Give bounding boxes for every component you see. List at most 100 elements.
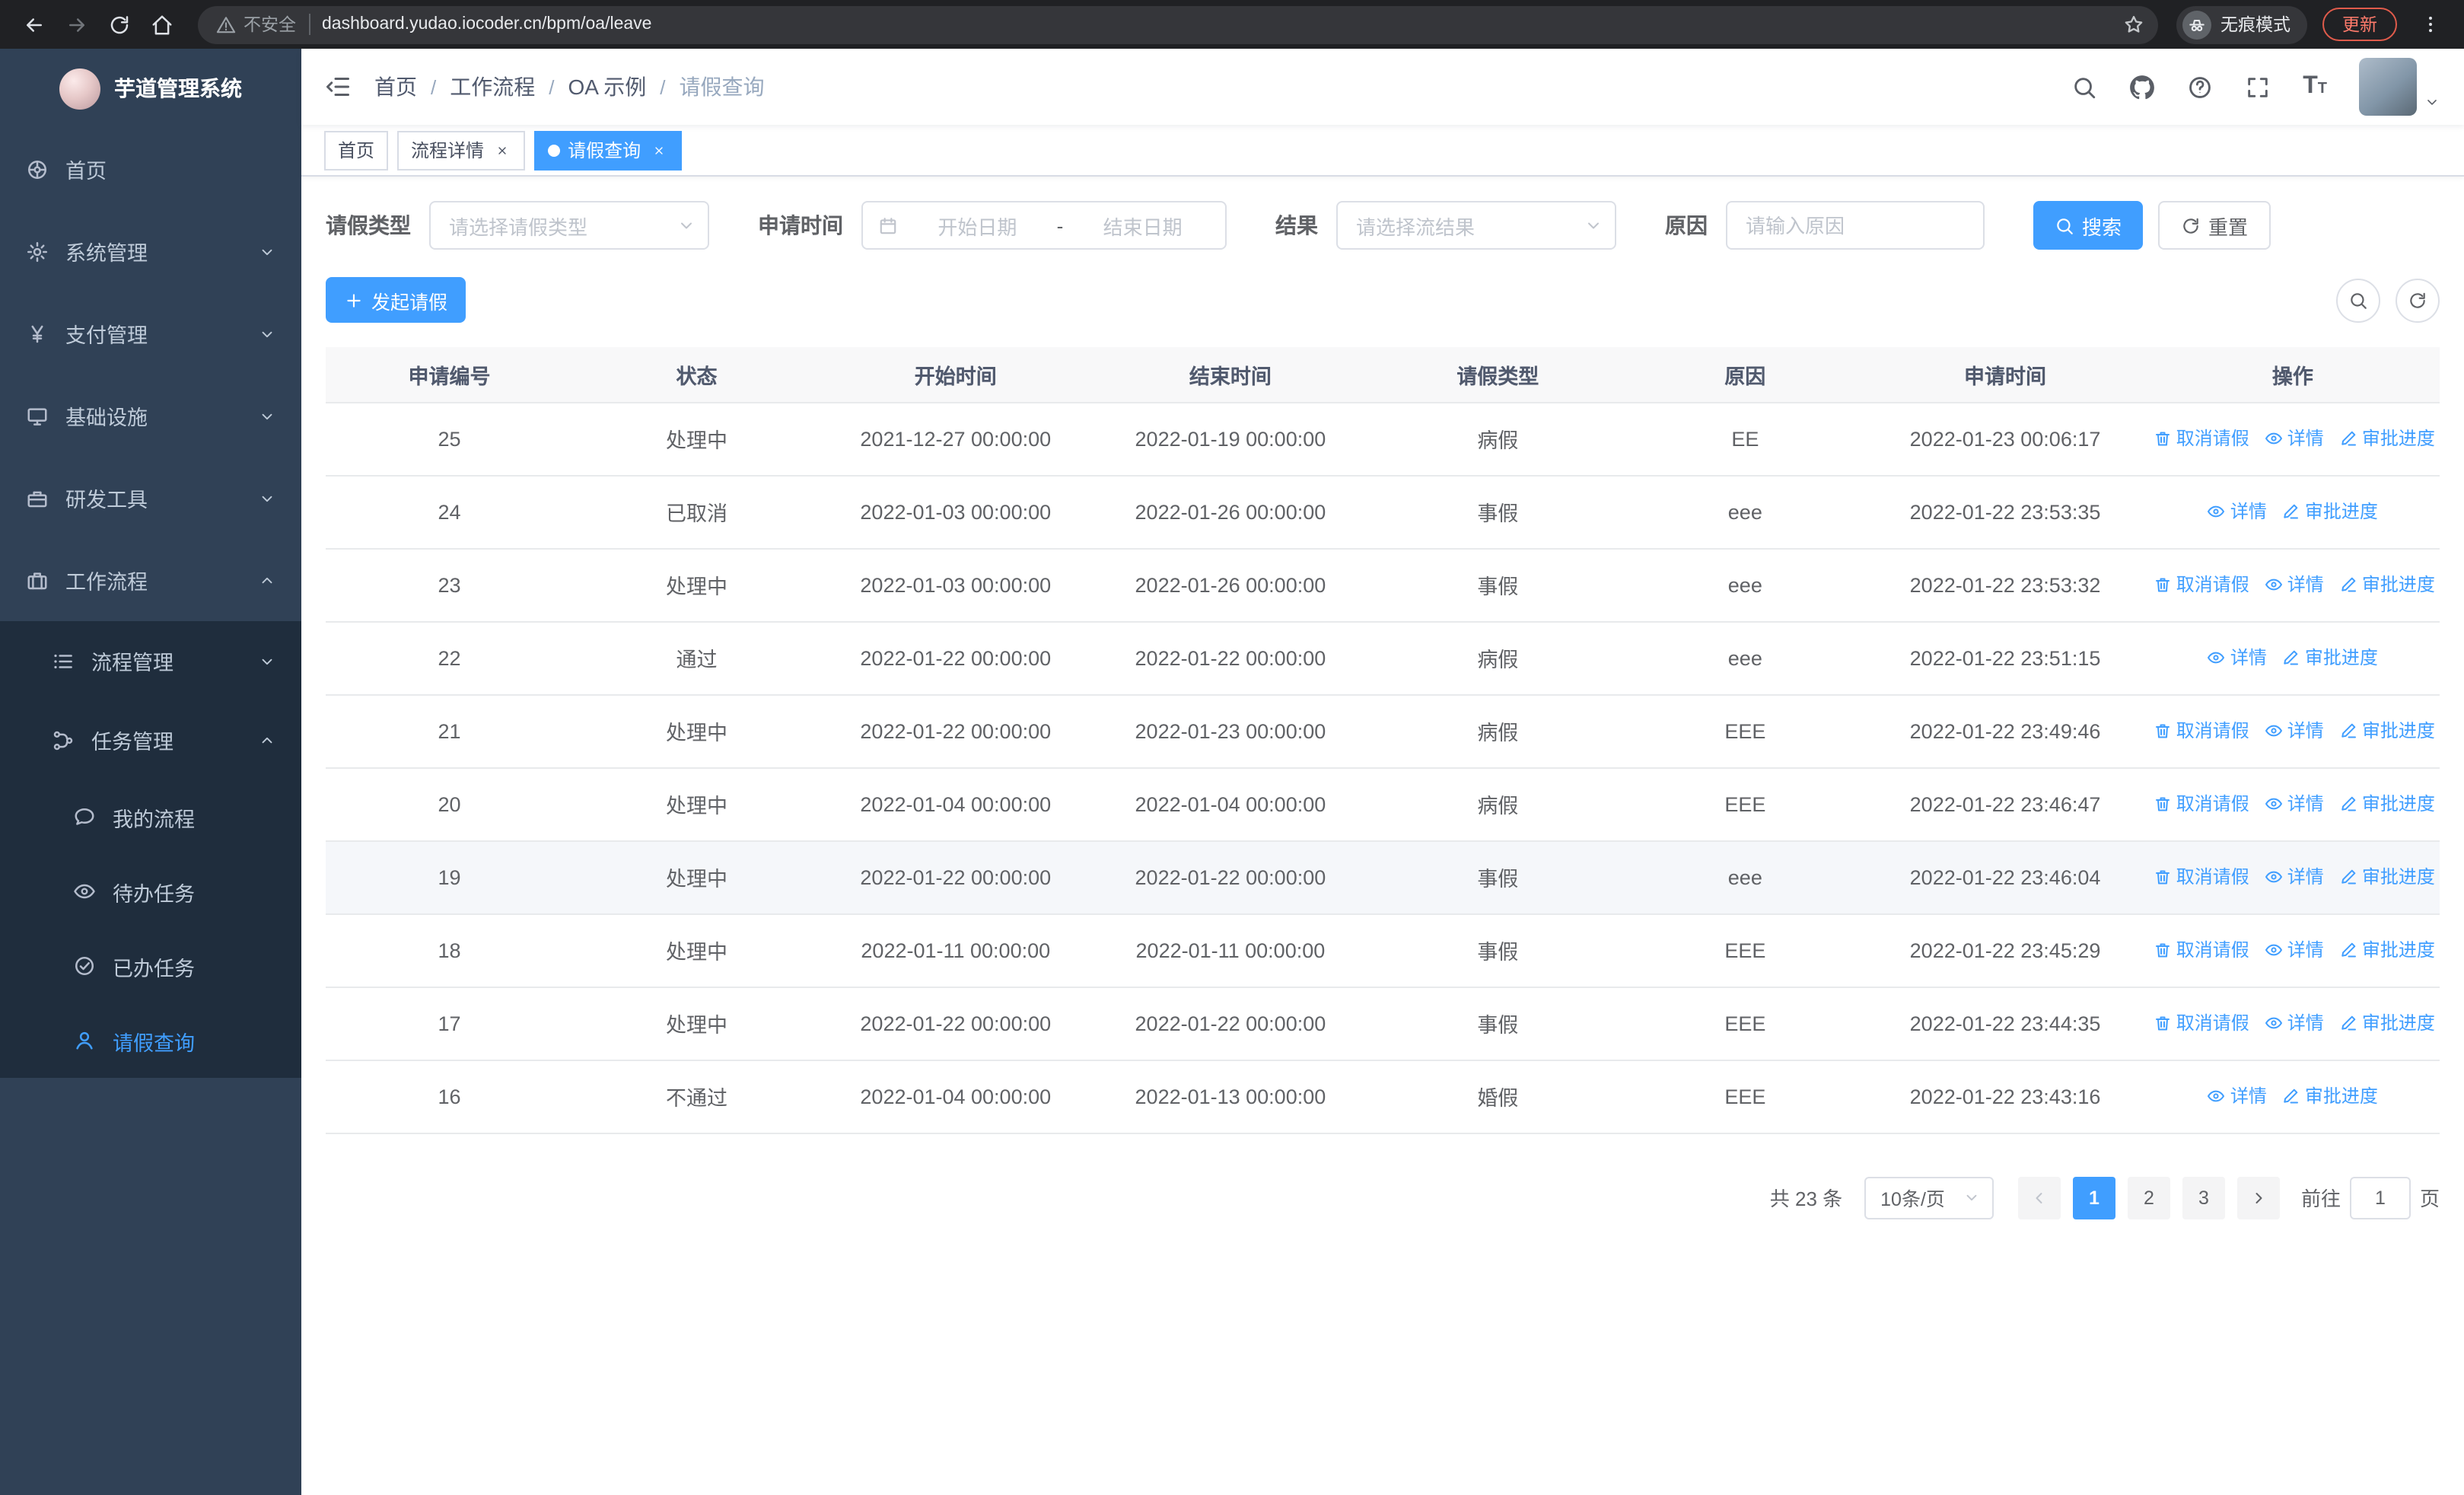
cancel-leave-link[interactable]: 取消请假	[2154, 791, 2249, 817]
cell-end-time: 2022-01-26 00:00:00	[1090, 475, 1370, 549]
app-frame: 芋道管理系统 首页 系统管理 支付管理 基础设施 研发工具 工作流程 流程管理 …	[0, 49, 2464, 1495]
next-page-button[interactable]	[2236, 1176, 2280, 1219]
detail-link[interactable]: 详情	[2265, 791, 2324, 817]
toggle-search-button[interactable]	[2336, 278, 2380, 322]
detail-link[interactable]: 详情	[2265, 864, 2324, 890]
table-row: 21 处理中 2022-01-22 00:00:00 2022-01-23 00:00…	[326, 694, 2440, 768]
cell-actions: 取消请假 详情 审批进度	[2145, 402, 2440, 476]
approval-progress-link[interactable]: 审批进度	[2339, 426, 2435, 451]
col-apply-id: 申请编号	[326, 347, 573, 403]
breadcrumb-item-oa-example[interactable]: OA 示例	[568, 72, 647, 102]
approval-progress-link[interactable]: 审批进度	[2339, 572, 2435, 598]
browser-update-button[interactable]: 更新	[2322, 8, 2397, 41]
header-search-button[interactable]	[2071, 74, 2097, 100]
sidebar-menu: 首页 系统管理 支付管理 基础设施 研发工具 工作流程 流程管理 任务管理 我的…	[0, 128, 301, 1078]
sidebar-item-system[interactable]: 系统管理	[0, 210, 301, 292]
detail-link-icon	[2265, 722, 2283, 740]
table-toolbar: 发起请假	[326, 277, 2440, 323]
cell-apply-id: 25	[326, 402, 573, 476]
security-warning[interactable]: 不安全	[216, 12, 296, 37]
prev-page-button[interactable]	[2017, 1176, 2061, 1219]
tab-leave-query[interactable]: 请假查询	[534, 130, 683, 170]
detail-link[interactable]: 详情	[2265, 937, 2324, 963]
cell-leave-type: 事假	[1370, 840, 1626, 914]
approval-progress-link[interactable]: 审批进度	[2282, 645, 2378, 671]
approval-progress-link[interactable]: 审批进度	[2339, 864, 2435, 890]
bookmark-star-icon[interactable]	[2117, 8, 2150, 41]
detail-link[interactable]: 详情	[2265, 1010, 2324, 1036]
apply-time-range-picker[interactable]: 开始日期 - 结束日期	[861, 201, 1227, 250]
close-icon[interactable]	[492, 140, 511, 160]
cancel-leave-link[interactable]: 取消请假	[2154, 718, 2249, 744]
reset-button[interactable]: 重置	[2158, 201, 2271, 250]
page-button-3[interactable]: 3	[2182, 1176, 2225, 1219]
goto-page-input[interactable]	[2349, 1176, 2411, 1219]
approval-progress-link[interactable]: 审批进度	[2339, 791, 2435, 817]
sidebar-item-done-tasks[interactable]: 已办任务	[0, 929, 301, 1003]
sidebar-item-home[interactable]: 首页	[0, 128, 301, 210]
sidebar-item-devtools[interactable]: 研发工具	[0, 457, 301, 539]
sidebar-item-process-management[interactable]: 流程管理	[0, 621, 301, 700]
detail-link[interactable]: 详情	[2208, 645, 2267, 671]
cancel-leave-link[interactable]: 取消请假	[2154, 864, 2249, 890]
help-button[interactable]	[2187, 74, 2213, 100]
sidebar-item-task-management[interactable]: 任务管理	[0, 700, 301, 779]
page-button-1[interactable]: 1	[2072, 1176, 2115, 1219]
search-button[interactable]: 搜索	[2033, 201, 2144, 250]
detail-link[interactable]: 详情	[2265, 572, 2324, 598]
cell-start-time: 2022-01-22 00:00:00	[820, 987, 1091, 1060]
table-row: 23 处理中 2022-01-03 00:00:00 2022-01-26 00:00…	[326, 548, 2440, 622]
result-select[interactable]: 请选择流结果	[1336, 201, 1616, 250]
cancel-leave-link[interactable]: 取消请假	[2154, 937, 2249, 963]
close-icon[interactable]	[648, 140, 668, 160]
sidebar-item-my-process[interactable]: 我的流程	[0, 779, 301, 854]
approval-progress-link[interactable]: 审批进度	[2339, 1010, 2435, 1036]
cell-status: 处理中	[573, 840, 820, 914]
sidebar-item-todo-tasks[interactable]: 待办任务	[0, 854, 301, 929]
page-button-2[interactable]: 2	[2127, 1176, 2170, 1219]
tab-process-detail[interactable]: 流程详情	[397, 130, 526, 170]
breadcrumb-item-workflow[interactable]: 工作流程	[450, 72, 535, 102]
sidebar-item-payment[interactable]: 支付管理	[0, 292, 301, 375]
detail-link[interactable]: 详情	[2265, 426, 2324, 451]
approval-progress-link[interactable]: 审批进度	[2282, 1083, 2378, 1109]
cell-apply-id: 21	[326, 694, 573, 768]
leave-type-select[interactable]: 请选择请假类型	[429, 201, 709, 250]
create-leave-button[interactable]: 发起请假	[326, 277, 466, 323]
app-logo[interactable]: 芋道管理系统	[0, 49, 301, 128]
fullscreen-button[interactable]	[2245, 74, 2271, 100]
detail-link[interactable]: 详情	[2265, 718, 2324, 744]
sidebar-item-workflow[interactable]: 工作流程	[0, 539, 301, 621]
detail-link[interactable]: 详情	[2208, 1083, 2267, 1109]
breadcrumb-item-home[interactable]: 首页	[374, 72, 417, 102]
cell-start-time: 2022-01-22 00:00:00	[820, 694, 1091, 768]
cell-apply-time: 2022-01-22 23:43:16	[1864, 1060, 2146, 1133]
address-bar[interactable]: 不安全 dashboard.yudao.iocoder.cn/bpm/oa/le…	[198, 5, 2158, 43]
browser-back-button[interactable]	[15, 6, 52, 43]
cell-leave-type: 病假	[1370, 767, 1626, 841]
detail-link[interactable]: 详情	[2208, 499, 2267, 524]
cancel-leave-link[interactable]: 取消请假	[2154, 426, 2249, 451]
browser-forward-button[interactable]	[58, 6, 94, 43]
github-link[interactable]	[2129, 74, 2155, 100]
approval-progress-link[interactable]: 审批进度	[2282, 499, 2378, 524]
sidebar-item-leave-query[interactable]: 请假查询	[0, 1003, 301, 1078]
approval-progress-link[interactable]: 审批进度	[2339, 937, 2435, 963]
cancel-leave-link[interactable]: 取消请假	[2154, 572, 2249, 598]
reason-input[interactable]	[1726, 201, 1985, 250]
browser-menu-button[interactable]	[2412, 6, 2449, 43]
main-panel: 请假类型 请选择请假类型 申请时间 开始日期 - 结束日期 结果 请选择流结果 …	[301, 177, 2464, 1495]
sidebar-fold-button[interactable]	[301, 49, 374, 125]
cell-start-time: 2022-01-04 00:00:00	[820, 1060, 1091, 1133]
tab-home[interactable]: 首页	[324, 130, 389, 170]
browser-reload-button[interactable]	[100, 6, 137, 43]
user-menu[interactable]	[2359, 58, 2440, 116]
page-size-select[interactable]: 10条/页	[1864, 1176, 1994, 1219]
cancel-leave-link[interactable]: 取消请假	[2154, 1010, 2249, 1036]
font-size-button[interactable]: TT	[2303, 74, 2327, 99]
refresh-table-button[interactable]	[2396, 278, 2440, 322]
approval-progress-link[interactable]: 审批进度	[2339, 718, 2435, 744]
cancel-leave-link-icon	[2154, 1014, 2172, 1032]
sidebar-item-infrastructure[interactable]: 基础设施	[0, 375, 301, 457]
browser-home-button[interactable]	[143, 6, 180, 43]
